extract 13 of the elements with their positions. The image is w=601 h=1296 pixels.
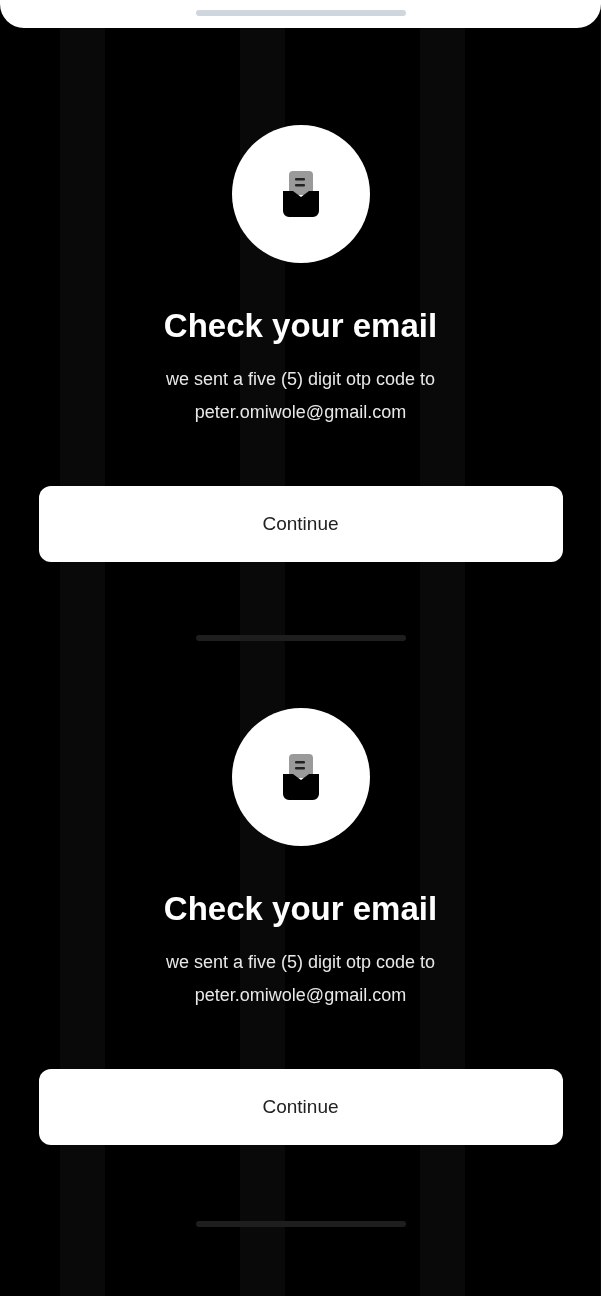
continue-button[interactable]: Continue bbox=[38, 486, 563, 562]
inbox-icon bbox=[282, 754, 319, 800]
inbox-icon bbox=[282, 171, 319, 217]
drag-handle[interactable] bbox=[195, 10, 406, 16]
continue-button[interactable]: Continue bbox=[38, 1069, 563, 1145]
drag-handle[interactable] bbox=[195, 635, 406, 641]
email-address: peter.omiwole@gmail.com bbox=[194, 401, 407, 424]
message-text: we sent a five (5) digit otp code to bbox=[165, 368, 436, 391]
message-text: we sent a five (5) digit otp code to bbox=[165, 951, 436, 974]
drag-handle[interactable] bbox=[195, 1221, 406, 1227]
email-address: peter.omiwole@gmail.com bbox=[194, 984, 407, 1007]
title: Check your email bbox=[163, 889, 438, 929]
title: Check your email bbox=[163, 306, 438, 346]
